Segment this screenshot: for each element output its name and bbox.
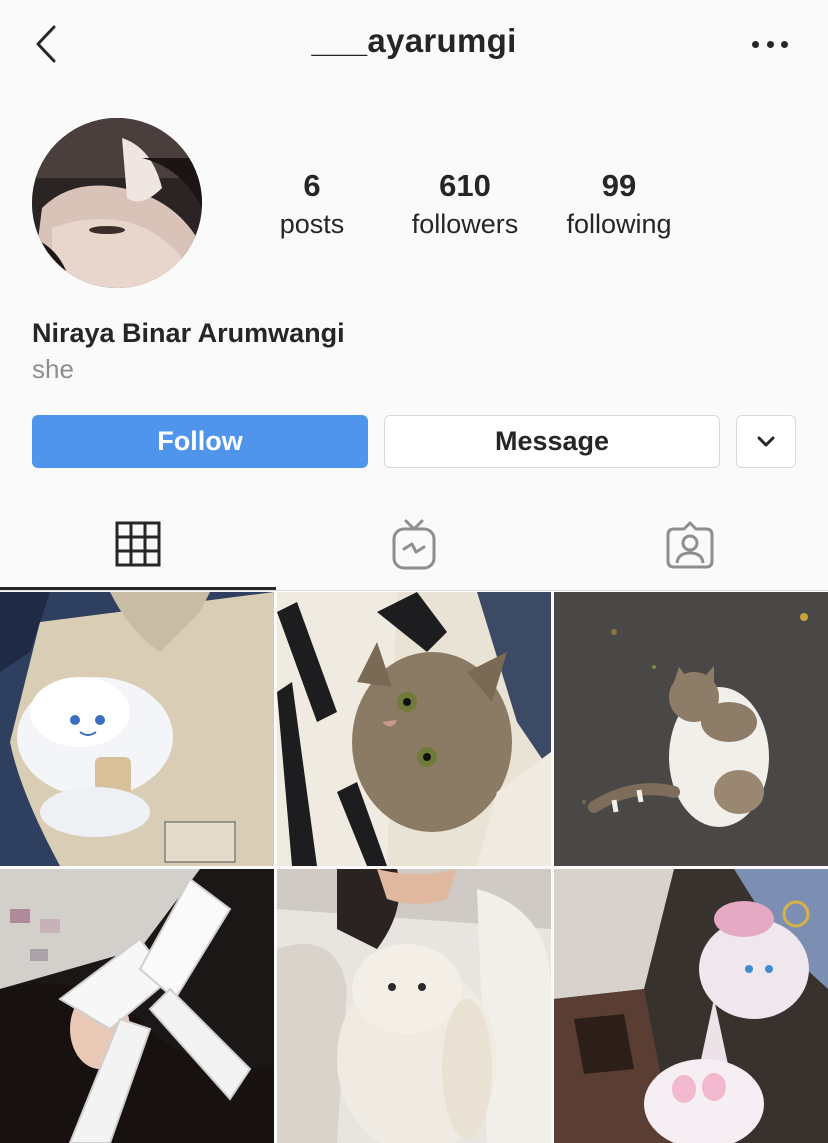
following-label: following <box>566 209 672 239</box>
stat-following[interactable]: 99 following <box>556 166 682 242</box>
post-thumbnail[interactable] <box>554 592 828 866</box>
stat-followers[interactable]: 610 followers <box>404 166 526 242</box>
more-horizontal-icon <box>752 40 759 48</box>
top-bar: ___ayarumgi <box>0 0 828 90</box>
posts-count: 6 <box>303 168 321 203</box>
suggested-accounts-button[interactable] <box>736 415 796 468</box>
message-button[interactable]: Message <box>384 415 720 468</box>
profile-full-name: Niraya Binar Arumwangi <box>32 318 345 348</box>
profile-stats: 6 posts 610 followers 99 following <box>232 166 752 246</box>
profile-pronoun: she <box>32 354 74 384</box>
follow-button[interactable]: Follow <box>32 415 368 468</box>
more-options-button[interactable] <box>752 30 788 58</box>
profile-tabs <box>0 500 828 591</box>
followers-count: 610 <box>439 168 491 203</box>
chevron-down-icon <box>757 436 775 446</box>
tab-posts-grid[interactable] <box>0 500 276 590</box>
post-thumbnail[interactable] <box>277 592 551 866</box>
tagged-icon <box>666 521 714 569</box>
profile-avatar[interactable] <box>32 118 202 288</box>
post-thumbnail[interactable] <box>0 592 274 866</box>
post-thumbnail[interactable] <box>0 869 274 1143</box>
tab-tagged[interactable] <box>552 500 828 590</box>
stat-posts[interactable]: 6 posts <box>264 166 360 242</box>
igtv-icon <box>392 519 436 570</box>
profile-username: ___ayarumgi <box>311 22 517 59</box>
post-thumbnail[interactable] <box>554 869 828 1143</box>
tab-igtv[interactable] <box>276 500 552 590</box>
grid-icon <box>115 521 161 566</box>
followers-label: followers <box>411 209 519 239</box>
post-thumbnail[interactable] <box>277 869 551 1143</box>
posts-label: posts <box>279 209 345 239</box>
following-count: 99 <box>601 168 637 203</box>
